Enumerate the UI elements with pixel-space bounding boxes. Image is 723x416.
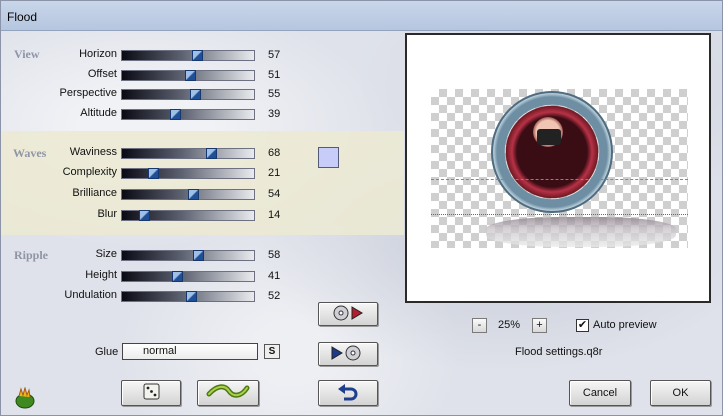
offset-slider-thumb[interactable] xyxy=(185,70,196,81)
size-label: Size xyxy=(95,248,117,260)
glue-mode-value: normal xyxy=(143,345,177,357)
brilliance-slider[interactable] xyxy=(121,189,255,200)
zoom-in-button[interactable]: + xyxy=(532,318,547,333)
wave-icon xyxy=(206,384,250,398)
slider-row-altitude: Altitude xyxy=(1,107,117,121)
offset-slider[interactable] xyxy=(121,70,255,81)
horizon-slider[interactable] xyxy=(121,50,255,61)
undulation-slider-thumb[interactable] xyxy=(186,291,197,302)
slider-row-complexity: Complexity xyxy=(1,166,117,180)
horizon-value: 57 xyxy=(268,49,281,61)
size-slider-thumb[interactable] xyxy=(193,250,204,261)
save-settings-button[interactable] xyxy=(318,342,378,366)
offset-label: Offset xyxy=(87,68,117,80)
settings-file-name: Flood settings.q8r xyxy=(515,346,603,358)
slider-row-height: Height xyxy=(1,269,117,283)
glue-mode-select[interactable]: normal xyxy=(122,343,258,360)
flaming-pear-logo-icon xyxy=(15,387,35,409)
wave-preset-button[interactable] xyxy=(197,380,259,406)
height-slider[interactable] xyxy=(121,271,255,282)
ok-button[interactable]: OK xyxy=(650,380,711,406)
load-settings-button[interactable] xyxy=(318,302,378,326)
undo-arrow-icon xyxy=(338,384,358,401)
altitude-label: Altitude xyxy=(80,107,117,119)
waviness-value: 68 xyxy=(268,147,281,159)
waviness-label: Waviness xyxy=(69,146,117,158)
size-slider[interactable] xyxy=(121,250,255,261)
brilliance-value: 54 xyxy=(268,188,281,200)
height-slider-thumb[interactable] xyxy=(172,271,183,282)
flood-color-swatch[interactable] xyxy=(318,147,339,168)
horizon-slider-thumb[interactable] xyxy=(192,50,203,61)
complexity-slider[interactable] xyxy=(121,168,255,179)
perspective-label: Perspective xyxy=(59,87,117,99)
slider-row-perspective: Perspective xyxy=(1,87,117,101)
altitude-value: 39 xyxy=(268,108,281,120)
flood-dialog: Flood View Waves Ripple Horizon 57 Offset 5… xyxy=(0,0,723,416)
glue-s-button[interactable]: S xyxy=(264,344,280,359)
slider-row-brilliance: Brilliance xyxy=(1,187,117,201)
undulation-label: Undulation xyxy=(64,289,117,301)
glue-label: Glue xyxy=(95,346,119,358)
height-label: Height xyxy=(85,269,117,281)
complexity-label: Complexity xyxy=(62,166,117,178)
brilliance-slider-thumb[interactable] xyxy=(188,189,199,200)
window-title: Flood xyxy=(7,10,38,24)
preview-image xyxy=(431,89,688,248)
blur-value: 14 xyxy=(268,209,281,221)
complexity-value: 21 xyxy=(268,167,281,179)
auto-preview-label: Auto preview xyxy=(593,319,657,331)
preview-panel[interactable] xyxy=(405,33,711,303)
disc-play-icon xyxy=(333,305,363,321)
portrait-frame xyxy=(491,91,613,213)
slider-row-horizon: Horizon xyxy=(1,48,117,62)
slider-row-offset: Offset xyxy=(1,68,117,82)
reset-button[interactable] xyxy=(318,380,378,406)
altitude-slider[interactable] xyxy=(121,109,255,120)
cancel-button[interactable]: Cancel xyxy=(569,380,631,406)
slider-row-size: Size xyxy=(1,248,117,262)
slider-row-waviness: Waviness xyxy=(1,146,117,160)
title-bar: Flood xyxy=(1,1,722,31)
waviness-slider-thumb[interactable] xyxy=(206,148,217,159)
blur-label: Blur xyxy=(97,208,117,220)
slider-row-undulation: Undulation xyxy=(1,289,117,303)
height-value: 41 xyxy=(268,270,281,282)
blur-slider[interactable] xyxy=(121,210,255,221)
undulation-value: 52 xyxy=(268,290,281,302)
altitude-guide-line[interactable] xyxy=(431,214,688,215)
horizon-guide-line[interactable] xyxy=(431,179,688,180)
slider-row-blur: Blur xyxy=(1,208,117,222)
perspective-slider[interactable] xyxy=(121,89,255,100)
undulation-slider[interactable] xyxy=(121,291,255,302)
size-value: 58 xyxy=(268,249,281,261)
dice-icon xyxy=(143,383,160,400)
horizon-label: Horizon xyxy=(79,48,117,60)
offset-value: 51 xyxy=(268,69,281,81)
randomize-button[interactable] xyxy=(121,380,181,406)
perspective-slider-thumb[interactable] xyxy=(190,89,201,100)
perspective-value: 55 xyxy=(268,88,281,100)
waviness-slider[interactable] xyxy=(121,148,255,159)
complexity-slider-thumb[interactable] xyxy=(148,168,159,179)
zoom-out-button[interactable]: - xyxy=(472,318,487,333)
zoom-level: 25% xyxy=(498,319,521,331)
altitude-slider-thumb[interactable] xyxy=(170,109,181,120)
brilliance-label: Brilliance xyxy=(72,187,117,199)
camera-figure xyxy=(537,129,561,145)
auto-preview-checkbox[interactable]: ✔ xyxy=(576,319,589,332)
blur-slider-thumb[interactable] xyxy=(139,210,150,221)
water-reflection xyxy=(486,217,676,247)
play-disc-icon xyxy=(331,345,361,361)
